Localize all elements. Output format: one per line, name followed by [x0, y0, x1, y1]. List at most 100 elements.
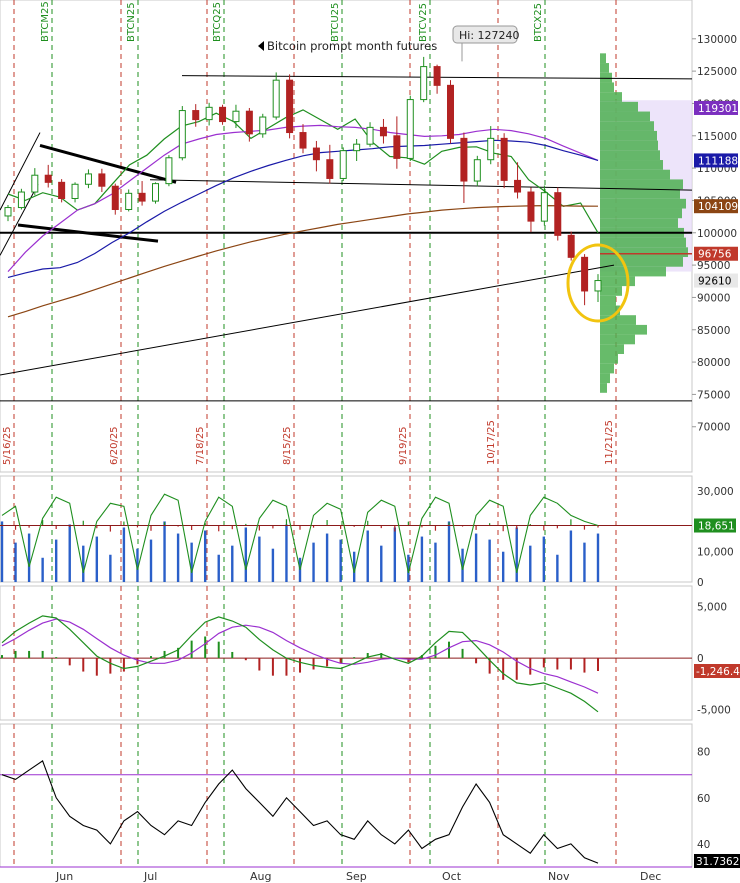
month-label: Aug [250, 870, 271, 883]
month-label: Jun [55, 870, 73, 883]
candle-body [205, 106, 213, 121]
volume-bar [68, 524, 71, 582]
oi-tick-label: 0 [697, 577, 704, 589]
volume-profile-bar [600, 334, 635, 345]
date-label: 6/20/25 [109, 426, 120, 465]
candle-body [379, 126, 387, 137]
volume-bar [596, 533, 600, 582]
oi-volume-panel [0, 475, 693, 583]
volume-bar [122, 527, 126, 582]
rsi-tag-label: 31.7362 [696, 856, 739, 868]
macd-tick-label: 0 [697, 653, 704, 665]
candle-body [31, 174, 39, 193]
volume-profile-bar [600, 286, 622, 296]
month-label: Dec [640, 870, 661, 883]
candle-body [152, 183, 159, 202]
candle-body [84, 173, 92, 185]
price-tick-label: 70000 [697, 422, 730, 434]
date-label: 9/19/25 [398, 426, 409, 465]
volume-bar [447, 521, 451, 582]
oi-tick-label: 10,000 [697, 547, 734, 559]
contract-label: BTCM25 [40, 1, 51, 42]
candle-body [4, 207, 12, 217]
price-tag-label: 104109 [698, 201, 738, 213]
volume-profile-bar [600, 324, 647, 335]
price-tick-label: 100000 [697, 228, 737, 240]
volume-bar [190, 542, 193, 582]
month-label: Jul [143, 870, 157, 883]
volume-bar [27, 533, 31, 582]
volume-profile-bar [600, 150, 660, 161]
volume-bar [149, 539, 153, 582]
volume-profile-bar [600, 383, 607, 393]
candle-body [594, 280, 602, 292]
chart-title: Bitcoin prompt month futures [267, 39, 437, 53]
rsi-tick-label: 60 [697, 793, 710, 805]
macd-tick-label: -5,000 [697, 705, 731, 717]
volume-profile-bar [600, 363, 614, 374]
volume-bar [82, 545, 85, 582]
candle-body [17, 191, 25, 209]
candle-body [299, 132, 307, 149]
candle-body [165, 157, 173, 185]
price-tick-label: 115000 [697, 131, 737, 143]
candle-body [98, 173, 106, 187]
volume-profile-bar [600, 72, 612, 83]
candle-body [312, 147, 320, 161]
price-tick-label: 90000 [697, 292, 730, 304]
candle-body [527, 191, 535, 222]
price-tag-label: 119301 [698, 103, 738, 115]
rsi-panel [0, 723, 693, 868]
chart-svg: 5/16/25 6/20/25 7/18/25 8/15/25 9/19/25 10/17… [0, 0, 740, 883]
candle-body [245, 110, 253, 135]
candle-body [111, 185, 119, 210]
volume-bar [203, 530, 207, 582]
candle-body [433, 66, 441, 86]
volume-profile-bar [600, 111, 650, 122]
candle-body [232, 110, 240, 123]
volume-bar [529, 545, 532, 582]
date-label: 7/18/25 [195, 426, 206, 465]
candle-body [366, 126, 374, 145]
candle-body [540, 192, 548, 222]
volume-bar [54, 539, 58, 582]
volume-profile-bar [600, 276, 635, 287]
volume-bar [176, 533, 180, 582]
volume-bar [231, 545, 234, 582]
volume-profile-bar [600, 344, 624, 354]
volume-bar [312, 542, 315, 582]
volume-bar [474, 533, 478, 582]
date-label: 11/21/25 [604, 420, 615, 465]
price-tick-label: 85000 [697, 325, 730, 337]
contract-label: BTCN25 [126, 2, 137, 42]
volume-bar [393, 527, 397, 582]
volume-bar [380, 545, 383, 582]
candle-body [487, 137, 495, 161]
volume-bar [258, 536, 261, 582]
candle-body [259, 116, 267, 135]
date-label: 5/16/25 [2, 426, 13, 465]
contract-label: BTCX25 [533, 3, 544, 42]
price-tag-label: 96756 [698, 249, 732, 261]
volume-profile-bar [600, 92, 622, 102]
candle-body [581, 256, 589, 292]
candle-body [178, 110, 186, 159]
volume-profile-bar [600, 208, 682, 219]
volume-bar [0, 521, 4, 582]
candle-body [339, 150, 347, 179]
price-tick-label: 75000 [697, 389, 730, 401]
volume-profile-bar [600, 130, 657, 141]
volume-bar [163, 521, 166, 582]
candle-body [326, 159, 334, 179]
price-tick-label: 95000 [697, 260, 730, 272]
volume-bar [515, 527, 518, 582]
volume-bar [583, 542, 586, 582]
volume-profile-bar [600, 189, 680, 199]
candle-body [500, 137, 508, 181]
volume-profile-bar [600, 237, 686, 248]
volume-profile-bar [600, 295, 616, 306]
candle-body [567, 234, 575, 258]
volume-bar [542, 536, 546, 582]
candle-body [420, 66, 428, 101]
price-tick-label: 80000 [697, 357, 730, 369]
